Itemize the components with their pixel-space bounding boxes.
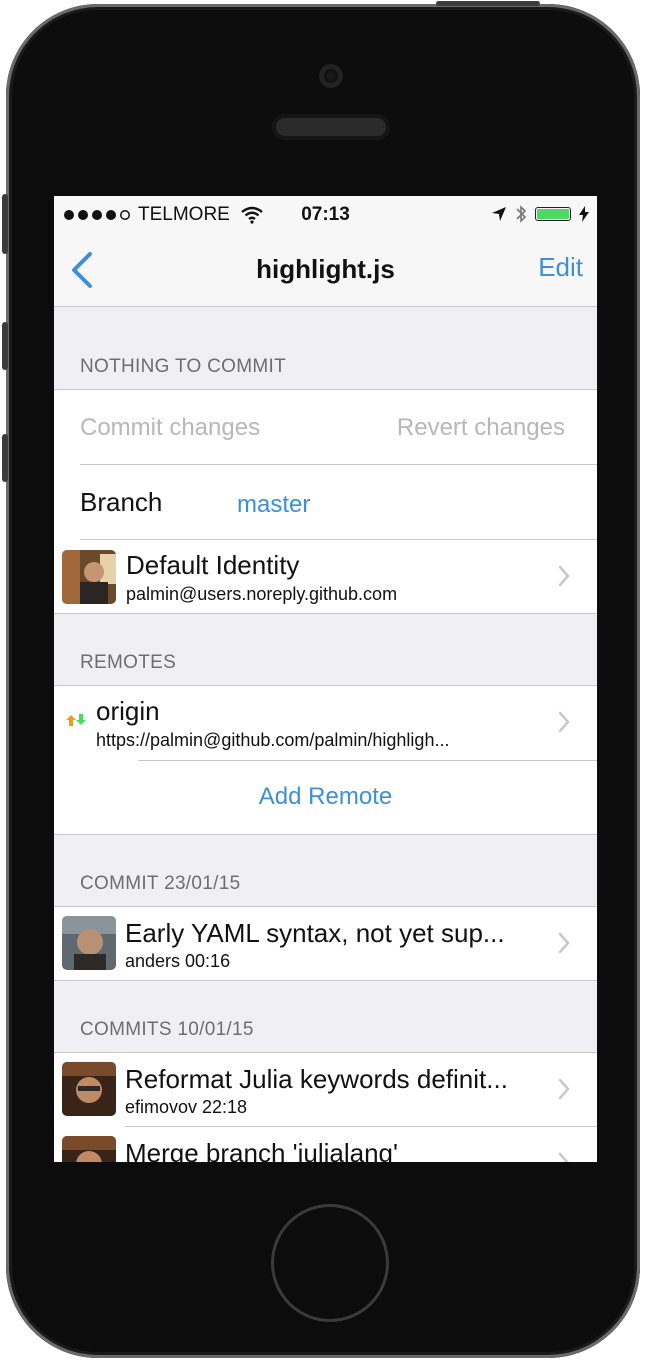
remote-name: origin [96, 696, 160, 726]
charging-bolt-icon [579, 206, 589, 222]
branch-row[interactable]: Branch master [54, 465, 597, 539]
chevron-right-icon [558, 1152, 569, 1162]
push-pull-arrows-icon [66, 714, 86, 726]
navigation-bar: highlight.js Edit [54, 232, 597, 307]
commit-message: Merge branch 'julialang' [125, 1138, 398, 1162]
commit-message: Reformat Julia keywords definit... [125, 1064, 508, 1094]
row-separator [138, 760, 597, 761]
chevron-right-icon [558, 1078, 570, 1100]
commit-group-2: Reformat Julia keywords definit... efimo… [54, 1052, 597, 1162]
bluetooth-icon [516, 205, 527, 223]
identity-title: Default Identity [126, 550, 300, 580]
branch-value[interactable]: master [237, 491, 310, 519]
earpiece-speaker [272, 114, 390, 140]
commit-message: Early YAML syntax, not yet sup... [125, 918, 505, 948]
status-bar: TELMORE 07:13 [54, 196, 597, 232]
commit-author-avatar [62, 1136, 116, 1162]
page-title: highlight.js [256, 254, 395, 284]
app-screen: TELMORE 07:13 highlight.js Edit NOTHING … [54, 196, 597, 1162]
chevron-right-icon [558, 711, 570, 733]
power-button [436, 1, 540, 6]
location-arrow-icon [492, 207, 506, 221]
commit-group-1: Early YAML syntax, not yet sup... anders… [54, 906, 597, 981]
identity-avatar [62, 550, 116, 604]
commit-author-avatar [62, 916, 116, 970]
commit-meta: anders 00:16 [125, 951, 231, 971]
commit-meta: efimovov 22:18 [125, 1097, 248, 1117]
commit-row[interactable]: Merge branch 'julialang' [54, 1127, 597, 1162]
section-header-commits-date: COMMITS 10/01/15 [80, 1019, 254, 1040]
section-header-nothing-to-commit: NOTHING TO COMMIT [80, 356, 287, 377]
home-button[interactable] [274, 1207, 386, 1319]
section-header-commit-date: COMMIT 23/01/15 [80, 873, 241, 894]
battery-icon [535, 207, 571, 221]
commit-row[interactable]: Early YAML syntax, not yet sup... anders… [54, 907, 597, 980]
section-header-remotes: REMOTES [80, 652, 177, 673]
commit-row[interactable]: Reformat Julia keywords definit... efimo… [54, 1053, 597, 1126]
chevron-right-icon [558, 565, 570, 587]
add-remote-button[interactable]: Add Remote [54, 783, 597, 811]
identity-row[interactable]: Default Identity palmin@users.noreply.gi… [54, 540, 597, 613]
front-camera [319, 64, 343, 88]
branch-label: Branch [80, 487, 163, 517]
mute-switch [2, 194, 8, 254]
revert-changes-button[interactable]: Revert changes [397, 414, 565, 442]
repo-status-group: Commit changes Revert changes Branch mas… [54, 389, 597, 614]
volume-up-button [2, 322, 8, 370]
volume-down-button [2, 434, 8, 482]
identity-email: palmin@users.noreply.github.com [126, 584, 398, 604]
edit-button[interactable]: Edit [538, 252, 583, 283]
commit-author-avatar [62, 1062, 116, 1116]
chevron-right-icon [558, 932, 570, 954]
remote-url: https://palmin@github.com/palmin/highlig… [96, 730, 450, 750]
remotes-group: origin https://palmin@github.com/palmin/… [54, 685, 597, 835]
remote-row-origin[interactable]: origin https://palmin@github.com/palmin/… [54, 686, 597, 760]
commit-changes-button[interactable]: Commit changes [80, 414, 260, 442]
